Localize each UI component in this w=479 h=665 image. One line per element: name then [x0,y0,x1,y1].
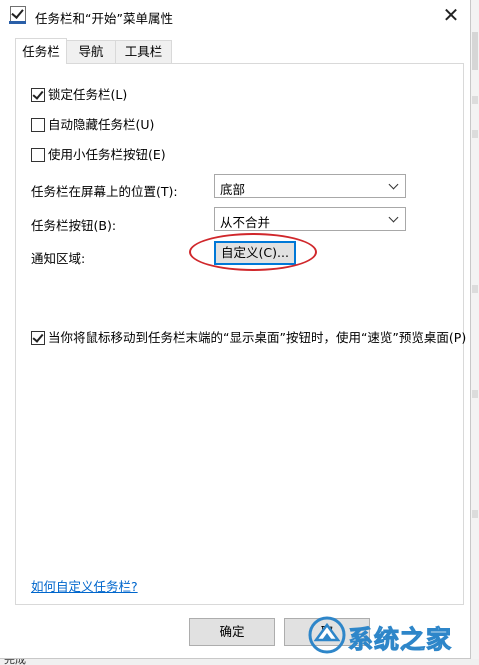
scrollbar-tick [472,285,478,293]
lock-taskbar-label: 锁定任务栏(L) [48,87,128,102]
scrollbar-tick [472,510,478,518]
chevron-down-icon [388,212,399,223]
scrollbar-tick [472,130,478,138]
help-link[interactable]: 如何自定义任务栏? [31,576,138,595]
checkbox-app-icon [10,6,26,22]
watermark: 系统之家 [308,612,476,658]
watermark-logo [308,616,346,654]
watermark-text: 系统之家 [347,625,453,655]
app-icon-underline [9,21,26,24]
location-select[interactable]: 底部 [214,174,406,198]
tab-navigation[interactable]: 导航 [65,40,117,63]
buttons-combine-label: 任务栏按钮(B): [31,218,117,233]
buttons-combine-value: 从不合并 [220,215,271,230]
tab-taskbar[interactable]: 任务栏 [15,38,67,64]
small-buttons-label: 使用小任务栏按钮(E) [48,147,166,162]
small-buttons-checkbox[interactable] [31,148,45,162]
scrollbar-tick [472,96,478,104]
auto-hide-label: 自动隐藏任务栏(U) [48,117,155,132]
location-label: 任务栏在屏幕上的位置(T): [31,184,178,199]
notification-area-label: 通知区域: [31,251,86,266]
chevron-down-icon [388,179,399,190]
lock-taskbar-checkbox[interactable] [31,88,45,102]
highlight-ellipse [189,233,317,271]
title-bar: 任务栏和“开始”菜单属性 ✕ [0,0,470,32]
peek-checkbox[interactable] [31,331,45,345]
screen: 完成 任务栏和“开始”菜单属性 ✕ 任务栏 导航 工具栏 锁定任务栏(L) 自动… [0,0,479,665]
ok-button[interactable]: 确定 [189,618,275,646]
close-icon[interactable]: ✕ [436,3,466,27]
taskbar-properties-dialog: 任务栏和“开始”菜单属性 ✕ 任务栏 导航 工具栏 锁定任务栏(L) 自动隐藏任… [0,0,471,659]
peek-label: 当你将鼠标移动到任务栏末端的“显示桌面”按钮时，使用“速览”预览桌面(P) [48,330,467,345]
auto-hide-checkbox[interactable] [31,118,45,132]
tab-toolbars[interactable]: 工具栏 [115,40,172,63]
location-value: 底部 [220,182,246,197]
buttons-combine-select[interactable]: 从不合并 [214,207,406,231]
background-scrollbar-thumb[interactable] [472,32,478,70]
scrollbar-tick [472,390,478,398]
status-strip [0,659,479,665]
window-title: 任务栏和“开始”菜单属性 [35,11,173,26]
